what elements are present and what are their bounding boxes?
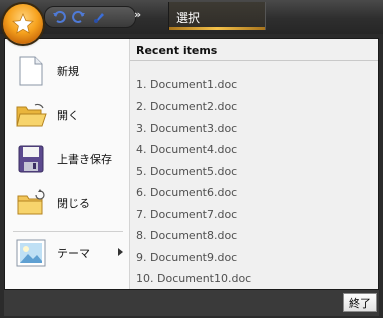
recent-item[interactable]: 9. Document9.doc — [136, 251, 237, 264]
star-icon — [12, 13, 34, 34]
recent-items-header: Recent items — [130, 39, 378, 61]
menu-item-save-label: 上書き保存 — [57, 153, 112, 166]
recent-item[interactable]: 6. Document6.doc — [136, 186, 237, 199]
menu-item-new-label: 新規 — [57, 65, 79, 78]
menu-item-theme[interactable]: テーマ — [5, 233, 129, 273]
recent-item[interactable]: 7. Document7.doc — [136, 208, 237, 221]
recent-item[interactable]: 8. Document8.doc — [136, 229, 237, 242]
recent-item[interactable]: 10. Document10.doc — [136, 272, 251, 285]
menu-commands: 新規 開く 上書き保存 閉じる テーマ — [5, 39, 130, 289]
menu-item-close[interactable]: 閉じる — [5, 183, 129, 223]
recent-items-panel: Recent items 1. Document1.doc 2. Documen… — [130, 39, 378, 289]
redo-icon[interactable] — [71, 9, 87, 25]
open-folder-icon — [15, 99, 47, 131]
theme-picture-icon — [15, 237, 47, 269]
recent-item[interactable]: 2. Document2.doc — [136, 100, 237, 113]
recent-item[interactable]: 1. Document1.doc — [136, 78, 237, 91]
menu-item-open-label: 開く — [57, 109, 79, 122]
title-bar: » 選択 — [0, 0, 383, 34]
paint-icon[interactable] — [91, 9, 107, 25]
tab-select-label: 選択 — [176, 11, 201, 25]
menu-footer: 終了 — [4, 290, 379, 316]
application-menu-button[interactable] — [3, 4, 43, 44]
exit-button[interactable]: 終了 — [343, 293, 377, 312]
menu-item-theme-label: テーマ — [57, 247, 90, 260]
recent-item[interactable]: 5. Document5.doc — [136, 165, 237, 178]
tab-highlight — [169, 27, 265, 30]
submenu-arrow-icon — [118, 248, 123, 256]
menu-divider — [13, 231, 123, 232]
save-disk-icon — [15, 143, 47, 175]
close-folder-icon — [15, 187, 47, 219]
quick-access-toolbar — [44, 6, 136, 28]
menu-item-new[interactable]: 新規 — [5, 51, 129, 91]
menu-item-save[interactable]: 上書き保存 — [5, 139, 129, 179]
undo-icon[interactable] — [51, 9, 67, 25]
recent-item[interactable]: 3. Document3.doc — [136, 122, 237, 135]
menu-item-open[interactable]: 開く — [5, 95, 129, 135]
recent-item[interactable]: 4. Document4.doc — [136, 143, 237, 156]
new-document-icon — [15, 55, 47, 87]
qat-more-button[interactable]: » — [134, 8, 141, 21]
recent-items-title: Recent items — [136, 44, 218, 57]
menu-item-close-label: 閉じる — [57, 197, 90, 210]
tab-select[interactable]: 選択 — [168, 2, 266, 30]
application-menu: 新規 開く 上書き保存 閉じる テーマ Recent items 1. Docu… — [4, 38, 379, 290]
